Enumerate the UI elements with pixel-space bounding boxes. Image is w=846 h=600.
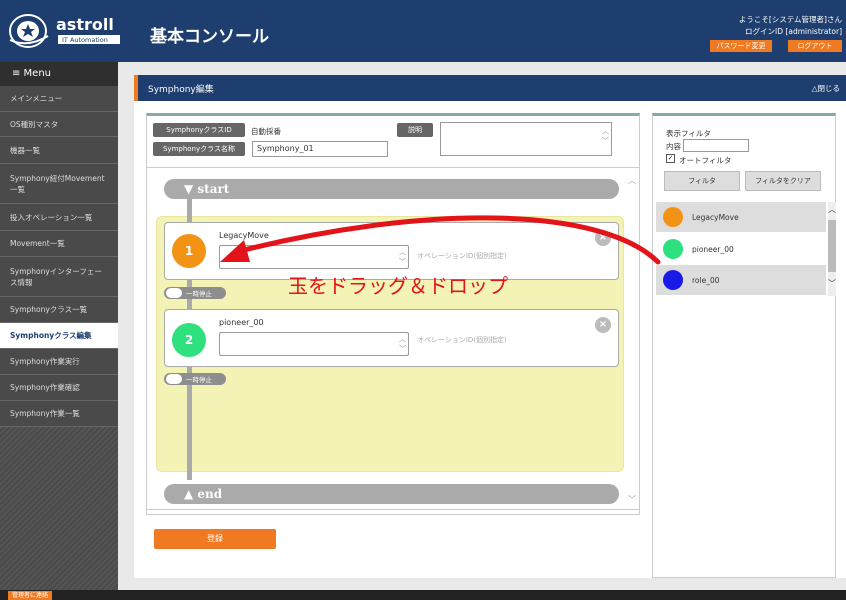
sidebar-item-movements[interactable]: Movement一覧 bbox=[0, 231, 118, 257]
page-title: 基本コンソール bbox=[150, 27, 269, 47]
toggle-knob bbox=[166, 288, 182, 298]
sidebar-item-symphony-class-edit[interactable]: Symphonyクラス編集 bbox=[0, 323, 118, 349]
welcome-text: ようこそ[システム管理者]さん bbox=[738, 15, 842, 24]
filter-content-input[interactable] bbox=[683, 139, 749, 152]
sidebar-item-symphony-movement[interactable]: Symphony紐付Movement一覧 bbox=[0, 164, 118, 204]
movement-ball-icon[interactable] bbox=[663, 207, 683, 227]
movement-list-item[interactable]: LegacyMove bbox=[656, 202, 826, 232]
movement-list-item[interactable]: role_00 bbox=[656, 265, 826, 295]
movement-name-2: pioneer_00 bbox=[219, 318, 264, 327]
class-id-value: 自動採番 bbox=[251, 127, 281, 136]
contact-admin-button[interactable]: 管理者に連絡 bbox=[8, 591, 53, 600]
scroll-down-icon[interactable]: ﹀ bbox=[828, 278, 836, 289]
close-icon[interactable]: × bbox=[595, 317, 611, 333]
flow-start: ▼ start bbox=[164, 179, 619, 199]
movement-number-2: 2 bbox=[172, 323, 206, 357]
sidebar: ≡ Menu メインメニュー OS種別マスタ 機器一覧 Symphony紐付Mo… bbox=[0, 62, 118, 590]
select-arrows-icon: ︿ ﹀ bbox=[399, 335, 406, 353]
pause-toggle-2[interactable]: 一時停止 bbox=[164, 373, 226, 385]
movement-ball-icon[interactable] bbox=[663, 239, 683, 259]
class-id-label: SymphonyクラスID bbox=[153, 123, 245, 137]
movement-list-item[interactable]: pioneer_00 bbox=[656, 234, 826, 264]
pause-toggle-1[interactable]: 一時停止 bbox=[164, 287, 226, 299]
pause-label-2: 一時停止 bbox=[186, 376, 212, 384]
drag-drop-annotation: 玉をドラッグ＆ドロップ bbox=[288, 274, 508, 298]
login-id-text: ログインID [administrator] bbox=[745, 27, 842, 36]
flow-scroll-up-icon[interactable]: ︿ bbox=[628, 175, 636, 186]
description-label: 説明 bbox=[397, 123, 433, 137]
auto-filter-label: オートフィルタ bbox=[679, 156, 732, 165]
scroll-up-icon[interactable]: ︿ bbox=[828, 204, 836, 215]
movement-ball-icon[interactable] bbox=[663, 270, 683, 290]
textarea-scroll-icon[interactable]: ︿ ﹀ bbox=[602, 126, 609, 146]
operation-label-2: オペレーションID(個別指定) bbox=[417, 336, 507, 344]
pause-label-1: 一時停止 bbox=[186, 290, 212, 298]
auto-filter-checkbox[interactable]: ✓ bbox=[666, 154, 675, 163]
movement-card-2[interactable]: 2 pioneer_00 ︿ ﹀ オペレーションID(個別指定) × bbox=[164, 309, 619, 367]
operation-label-1: オペレーションID(個別指定) bbox=[417, 252, 507, 260]
sidebar-item-symphony-confirm[interactable]: Symphony作業確認 bbox=[0, 375, 118, 401]
menu-header[interactable]: ≡ Menu bbox=[0, 62, 118, 86]
sidebar-item-main-menu[interactable]: メインメニュー bbox=[0, 86, 118, 112]
sidebar-item-os-type[interactable]: OS種別マスタ bbox=[0, 112, 118, 137]
footer: 管理者に連絡 bbox=[0, 590, 846, 600]
register-button[interactable]: 登録 bbox=[154, 529, 276, 549]
astroll-logo: astroll IT Automation bbox=[9, 14, 120, 48]
filter-title: 表示フィルタ bbox=[666, 129, 711, 138]
sidebar-item-symphony-class-list[interactable]: Symphonyクラス一覧 bbox=[0, 297, 118, 323]
filter-content-label: 内容 bbox=[666, 142, 681, 151]
brand-name: astroll bbox=[56, 15, 114, 34]
close-icon[interactable]: × bbox=[595, 230, 611, 246]
password-change-button[interactable]: パスワード変更 bbox=[710, 40, 772, 52]
movement-name-1: LegacyMove bbox=[219, 231, 269, 240]
sidebar-item-symphony-list[interactable]: Symphony作業一覧 bbox=[0, 401, 118, 427]
user-info: ようこそ[システム管理者]さん ログインID [administrator] bbox=[739, 14, 842, 38]
sidebar-item-symphony-execute[interactable]: Symphony作業実行 bbox=[0, 349, 118, 375]
movement-list-scrollbar[interactable]: ︿ ﹀ bbox=[828, 202, 836, 296]
flow-scroll-down-icon[interactable]: ﹀ bbox=[628, 494, 636, 505]
logout-button[interactable]: ログアウト bbox=[788, 40, 842, 52]
select-arrows-icon: ︿ ﹀ bbox=[399, 248, 406, 266]
movement-number-1: 1 bbox=[172, 234, 206, 268]
section-header: Symphony編集 △閉じる bbox=[134, 75, 846, 101]
section-title: Symphony編集 bbox=[148, 85, 214, 95]
clear-filter-button[interactable]: フィルタをクリア bbox=[745, 171, 821, 191]
toggle-knob bbox=[166, 374, 182, 384]
flow-end: ▲ end bbox=[164, 484, 619, 504]
sidebar-item-symphony-interface[interactable]: Symphonyインターフェース情報 bbox=[0, 257, 118, 297]
movement-list-name: role_00 bbox=[692, 275, 720, 285]
movement-list-name: LegacyMove bbox=[692, 212, 739, 222]
sidebar-item-operations[interactable]: 投入オペレーション一覧 bbox=[0, 204, 118, 231]
class-name-label: Symphonyクラス名称 bbox=[153, 142, 245, 156]
operation-select-2[interactable]: ︿ ﹀ bbox=[219, 332, 409, 356]
description-textarea[interactable]: ︿ ﹀ bbox=[440, 122, 612, 156]
brand-tag: IT Automation bbox=[62, 36, 108, 44]
class-name-input[interactable]: Symphony_01 bbox=[252, 141, 388, 157]
close-section-button[interactable]: △閉じる bbox=[812, 83, 840, 94]
header: astroll IT Automation 基本コンソール ようこそ[システム管… bbox=[0, 0, 846, 62]
operation-select-1[interactable]: ︿ ﹀ bbox=[219, 245, 409, 269]
filter-button[interactable]: フィルタ bbox=[664, 171, 740, 191]
scrollbar-thumb[interactable] bbox=[828, 220, 836, 272]
sidebar-item-devices[interactable]: 機器一覧 bbox=[0, 137, 118, 164]
movement-list-name: pioneer_00 bbox=[692, 244, 734, 254]
